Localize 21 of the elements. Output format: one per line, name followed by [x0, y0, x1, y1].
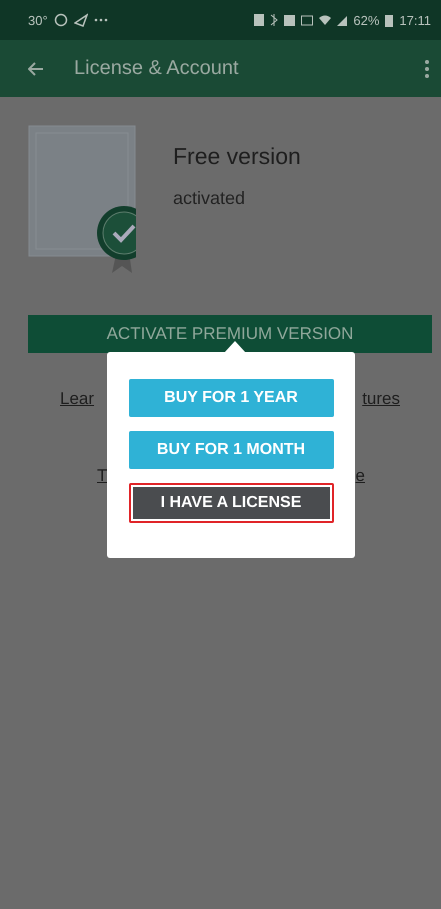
- battery-percent: 62%: [353, 12, 380, 28]
- toolbar-title: License & Account: [74, 57, 240, 80]
- temperature-text: 30°: [28, 12, 48, 28]
- bluetooth-icon: [270, 13, 278, 27]
- license-button[interactable]: I HAVE A LICENSE: [128, 483, 334, 523]
- buy-button[interactable]: BUY FOR 1 MONTH: [128, 431, 334, 469]
- buy-button[interactable]: BUY FOR 1 YEAR: [128, 379, 334, 417]
- wifi-icon: [319, 13, 332, 27]
- version-title: Free version: [173, 143, 301, 170]
- link-text[interactable]: e: [356, 466, 365, 486]
- more-icon: [94, 18, 108, 22]
- clock-text: 17:11: [399, 12, 431, 28]
- send-icon: [74, 13, 88, 27]
- activation-status: activated: [173, 188, 246, 209]
- battery-icon: [385, 14, 394, 26]
- back-arrow-icon[interactable]: [28, 62, 44, 76]
- link-text[interactable]: Lear: [60, 389, 94, 409]
- overflow-menu-icon[interactable]: [425, 60, 429, 78]
- activate-premium-button[interactable]: ACTIVATE PREMIUM VERSION: [28, 315, 432, 353]
- link-text[interactable]: tures: [362, 389, 400, 409]
- link-text[interactable]: T: [97, 466, 108, 486]
